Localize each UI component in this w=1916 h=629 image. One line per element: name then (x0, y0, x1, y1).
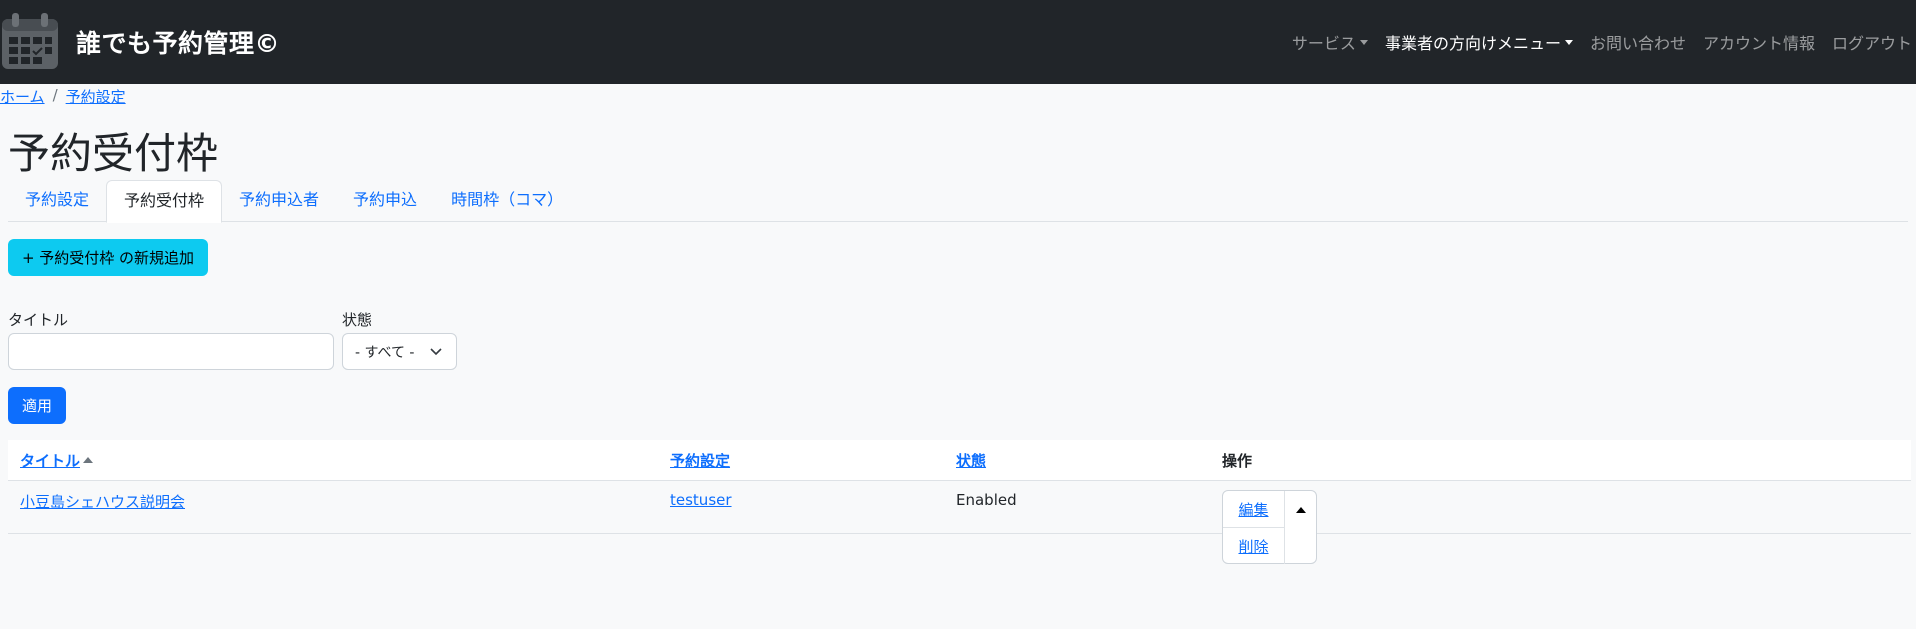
breadcrumb: ホーム / 予約設定 (0, 86, 126, 107)
delete-button[interactable]: 削除 (1223, 528, 1285, 564)
nav-account[interactable]: アカウント情報 (1703, 30, 1815, 54)
tab-applicants[interactable]: 予約申込者 (222, 180, 336, 222)
top-navbar: 誰でも予約管理© サービス 事業者の方向けメニュー お問い合わせ アカウント情報… (0, 0, 1916, 84)
row-settings-link[interactable]: testuser (670, 491, 732, 509)
status-filter-label: 状態 (342, 311, 373, 329)
edit-link[interactable]: 編集 (1238, 499, 1268, 520)
row-status: Enabled (956, 491, 1017, 509)
caret-up-icon (1296, 506, 1306, 513)
page-title: 予約受付枠 (8, 129, 219, 178)
header-status: 状態 (956, 450, 986, 471)
status-filter-value: - すべて - (355, 344, 415, 361)
row-settings: testuser (670, 491, 732, 509)
breadcrumb-separator: / (52, 86, 58, 104)
table-row: 小豆島シェハウス説明会 testuser Enabled 編集 削除 (8, 481, 1911, 564)
dropdown-toggle-button[interactable] (1285, 491, 1317, 528)
brand-title[interactable]: 誰でも予約管理© (76, 24, 280, 60)
title-filter-label: タイトル (8, 311, 69, 329)
header-ops: 操作 (1222, 452, 1253, 470)
tab-reception-slots[interactable]: 予約受付枠 (106, 180, 223, 223)
header-settings: 予約設定 (670, 450, 730, 471)
calendar-icon[interactable] (0, 11, 60, 71)
row-operations-dropdown: 編集 削除 (1222, 490, 1317, 564)
breadcrumb-home[interactable]: ホーム (0, 86, 45, 107)
nav-services[interactable]: サービス (1292, 30, 1368, 54)
main-nav: サービス 事業者の方向けメニュー お問い合わせ アカウント情報 ログアウト (1292, 30, 1912, 54)
nav-logout-label: ログアウト (1831, 34, 1912, 53)
caret-down-icon (1359, 39, 1368, 45)
sort-status-link[interactable]: 状態 (956, 452, 986, 470)
reception-slot-table: タイトル 予約設定 状態 操作 小豆島シェハウス説明会 testuser Ena… (8, 440, 1911, 564)
nav-contact-label: お問い合わせ (1589, 34, 1686, 53)
row-title: 小豆島シェハウス説明会 (20, 491, 185, 512)
apply-button[interactable]: 適用 (8, 387, 66, 424)
nav-services-label: サービス (1291, 34, 1356, 53)
nav-logout[interactable]: ログアウト (1832, 30, 1912, 54)
title-filter-input[interactable] (8, 333, 334, 370)
sort-settings-link[interactable]: 予約設定 (670, 452, 730, 470)
table-header: タイトル 予約設定 状態 操作 (8, 440, 1911, 481)
delete-link[interactable]: 削除 (1238, 536, 1268, 557)
tab-bar: 予約設定 予約受付枠 予約申込者 予約申込 時間枠（コマ） (8, 180, 1908, 223)
header-title: タイトル (20, 450, 94, 471)
tab-applications[interactable]: 予約申込 (336, 180, 434, 222)
status-filter-select[interactable]: - すべて - (342, 333, 457, 370)
chevron-down-icon (430, 348, 442, 356)
tab-reservation-settings[interactable]: 予約設定 (8, 180, 106, 222)
nav-business-menu[interactable]: 事業者の方向けメニュー (1385, 30, 1573, 54)
row-title-link[interactable]: 小豆島シェハウス説明会 (20, 493, 185, 511)
sort-title-link[interactable]: タイトル (20, 452, 80, 470)
edit-button[interactable]: 編集 (1223, 491, 1285, 528)
breadcrumb-reservation-settings[interactable]: 予約設定 (66, 86, 126, 107)
sort-ascending-icon (83, 457, 94, 463)
tab-time-slots[interactable]: 時間枠（コマ） (434, 180, 580, 222)
nav-account-label: アカウント情報 (1702, 34, 1815, 53)
caret-down-icon (1564, 39, 1573, 45)
nav-business-menu-label: 事業者の方向けメニュー (1384, 34, 1561, 53)
nav-contact[interactable]: お問い合わせ (1590, 30, 1686, 54)
add-reception-slot-button[interactable]: + 予約受付枠 の新規追加 (8, 239, 208, 276)
